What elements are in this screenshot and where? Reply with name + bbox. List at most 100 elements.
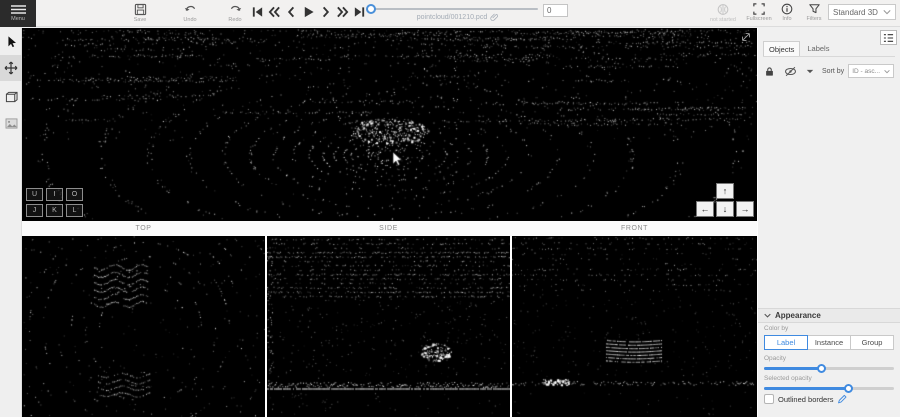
color-by-label-option[interactable]: Label: [764, 335, 808, 350]
link-icon[interactable]: [490, 13, 498, 21]
save-label: Save: [134, 17, 147, 23]
frame-number-input[interactable]: [543, 4, 568, 17]
skip-to-end-button[interactable]: [353, 5, 366, 19]
undo-button[interactable]: Undo: [174, 3, 206, 23]
top-view-label: TOP: [22, 225, 265, 232]
current-file-name[interactable]: pointcloud/001210.pcd: [375, 13, 540, 21]
front-view-canvas[interactable]: [512, 236, 757, 417]
save-icon: [134, 3, 147, 16]
menu-button[interactable]: Menu: [0, 0, 36, 27]
sort-by-label: Sort by: [822, 68, 844, 75]
lock-icon[interactable]: [764, 66, 775, 77]
outlined-borders-label: Outlined borders: [778, 395, 833, 404]
info-label: Info: [782, 16, 791, 22]
key-hint-k[interactable]: K: [46, 204, 63, 217]
side-view-label: SIDE: [267, 225, 510, 232]
info-icon: [781, 3, 793, 15]
key-hint-o[interactable]: O: [66, 188, 83, 201]
undo-label: Undo: [183, 17, 196, 23]
menu-label: Menu: [11, 16, 25, 22]
app-root: Menu Save Undo Redo: [0, 0, 900, 417]
hamburger-icon: [11, 5, 26, 14]
appearance-section-header[interactable]: Appearance: [758, 308, 900, 323]
tab-labels[interactable]: Labels: [800, 41, 836, 56]
cuboid-tool-button[interactable]: [0, 86, 22, 108]
key-hint-u[interactable]: U: [26, 188, 43, 201]
pencil-icon[interactable]: [837, 394, 847, 404]
chevron-down-icon: [883, 9, 891, 15]
sort-select[interactable]: ID - asc...: [848, 64, 894, 78]
left-tool-sidebar: [0, 28, 22, 417]
front-view-label: FRONT: [512, 225, 757, 232]
redo-button[interactable]: Redo: [219, 3, 251, 23]
cuboid-icon: [5, 91, 18, 103]
fullscreen-label: Fullscreen: [746, 16, 771, 22]
filter-icon: [808, 3, 821, 15]
arrow-up-button[interactable]: ↑: [716, 183, 734, 199]
main-3d-canvas[interactable]: [22, 28, 757, 221]
selected-opacity-label: Selected opacity: [764, 375, 812, 382]
arrow-left-button[interactable]: ←: [696, 201, 714, 217]
skip-to-start-button[interactable]: [251, 5, 264, 19]
top-toolbar: Menu Save Undo Redo: [0, 0, 900, 27]
color-by-label: Color by: [764, 325, 788, 332]
file-name-text: pointcloud/001210.pcd: [417, 14, 487, 21]
key-hint-j[interactable]: J: [26, 204, 43, 217]
playback-controls: [251, 5, 366, 19]
cursor-arrow-icon: [5, 35, 17, 49]
filters-button[interactable]: Filters: [800, 3, 828, 22]
image-icon: [5, 118, 18, 129]
redo-label: Redo: [228, 17, 241, 23]
top-view-canvas[interactable]: [22, 236, 265, 417]
camera-arrow-pad: ↑ ← ↓ →: [696, 183, 754, 217]
expand-view-icon[interactable]: [740, 31, 752, 43]
objects-controls-row: Sort by ID - asc...: [764, 63, 895, 79]
appearance-title: Appearance: [775, 311, 821, 320]
timeline-slider-track: [370, 8, 538, 10]
brain-icon: [716, 3, 730, 16]
filters-label: Filters: [807, 16, 822, 22]
arrow-down-button[interactable]: ↓: [716, 201, 734, 217]
fullscreen-button[interactable]: Fullscreen: [744, 3, 774, 22]
nn-assistant-button[interactable]: not started: [704, 3, 742, 23]
opacity-label: Opacity: [764, 355, 786, 362]
main-3d-viewport: U I O J K L ↑ ← ↓ →: [22, 28, 757, 221]
color-by-instance-option[interactable]: Instance: [808, 335, 851, 350]
color-by-button-group: Label Instance Group: [764, 335, 894, 350]
opacity-slider-handle[interactable]: [817, 364, 826, 373]
outlined-borders-checkbox[interactable]: [764, 394, 774, 404]
image-tool-button[interactable]: [0, 112, 22, 134]
fast-forward-button[interactable]: [336, 5, 349, 19]
selected-opacity-slider-handle[interactable]: [844, 384, 853, 393]
opacity-slider[interactable]: [764, 364, 894, 373]
info-button[interactable]: Info: [773, 3, 801, 22]
pointer-tool-button[interactable]: [0, 31, 22, 53]
move-tool-button[interactable]: [0, 55, 22, 81]
layout-mode-select[interactable]: Standard 3D: [828, 4, 896, 20]
eye-slash-icon[interactable]: [784, 66, 797, 77]
next-frame-button[interactable]: [319, 5, 332, 19]
fast-rewind-button[interactable]: [268, 5, 281, 19]
sort-select-value: ID - asc...: [852, 68, 880, 75]
section-chevron-icon: [764, 313, 771, 318]
arrow-right-button[interactable]: →: [736, 201, 754, 217]
ortho-viewports: [22, 236, 757, 417]
dropdown-caret-icon[interactable]: [806, 69, 814, 74]
outlined-borders-row: Outlined borders: [764, 394, 847, 404]
tab-objects[interactable]: Objects: [763, 41, 800, 56]
previous-frame-button[interactable]: [285, 5, 298, 19]
play-button[interactable]: [302, 5, 315, 19]
color-by-group-option[interactable]: Group: [851, 335, 894, 350]
selected-opacity-slider[interactable]: [764, 384, 894, 393]
side-view-canvas[interactable]: [267, 236, 510, 417]
redo-icon: [229, 3, 242, 16]
save-button[interactable]: Save: [124, 3, 156, 23]
opacity-slider-fill: [764, 367, 821, 370]
key-hint-i[interactable]: I: [46, 188, 63, 201]
key-hint-l[interactable]: L: [66, 204, 83, 217]
panel-tabs: Objects Labels: [763, 41, 895, 57]
nn-status-label: not started: [710, 17, 736, 23]
layout-mode-value: Standard 3D: [833, 8, 878, 17]
ortho-view-labels: TOP SIDE FRONT: [22, 221, 757, 236]
right-panel: Objects Labels Sort by ID - asc... Ap: [757, 28, 900, 417]
